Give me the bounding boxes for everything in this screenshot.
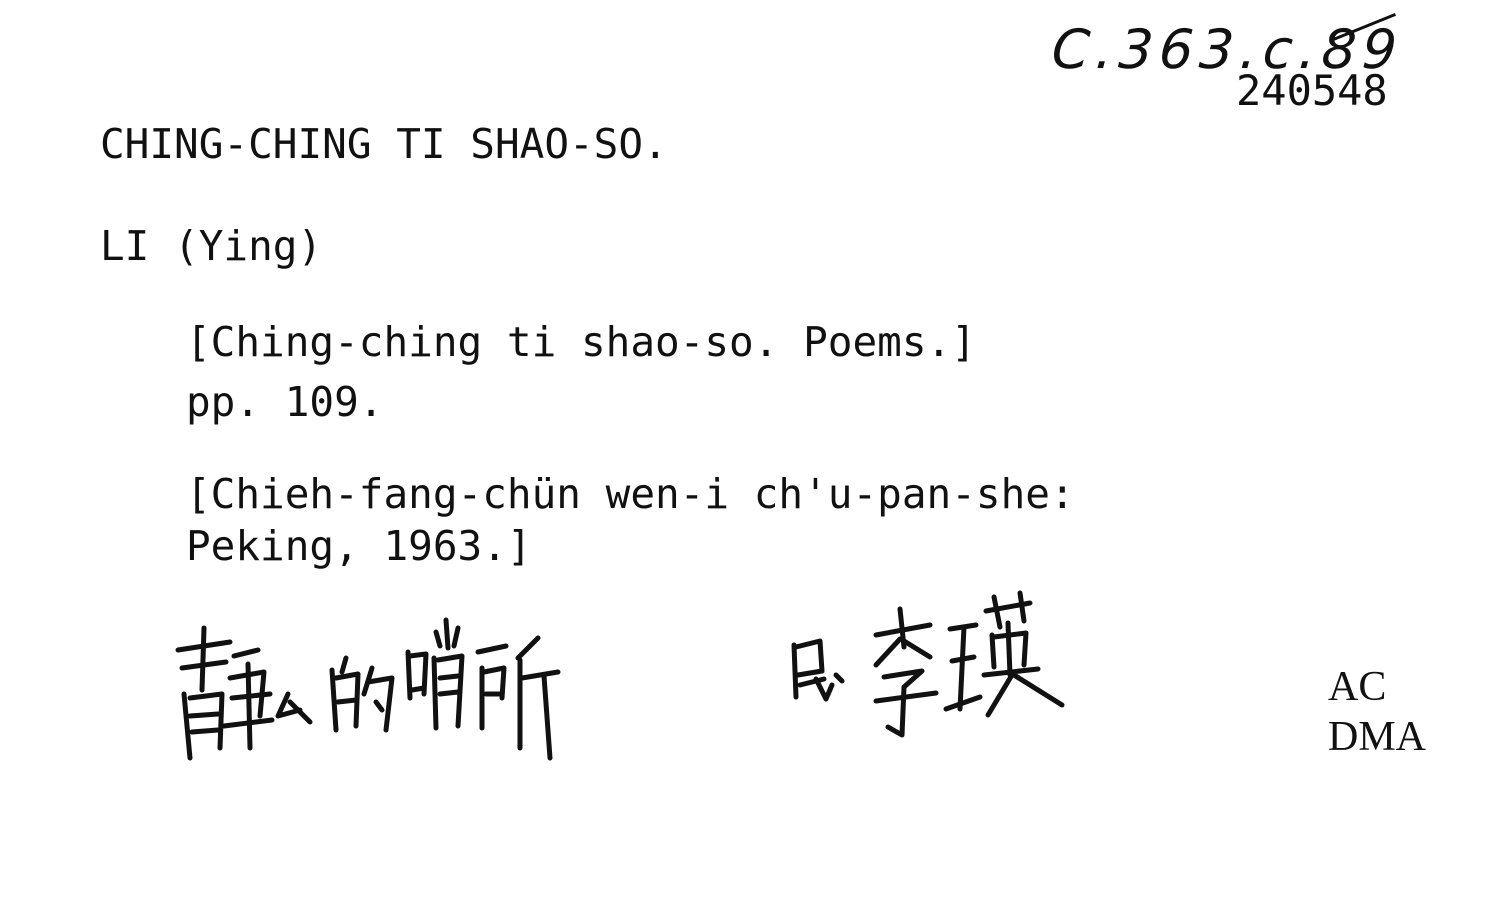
imprint-line-1: [Chieh-fang-chün wen-i ch'u-pan-she: bbox=[186, 470, 1075, 518]
cataloguer-note-line-1: AC bbox=[1328, 664, 1387, 710]
card-heading: CHING-CHING TI SHAO-SO. bbox=[100, 120, 668, 168]
catalog-card: C.363.c.89 240548 CHING-CHING TI SHAO-SO… bbox=[0, 0, 1510, 905]
imprint-line-2: Peking, 1963.] bbox=[186, 522, 532, 570]
accession-number: 240548 bbox=[1236, 66, 1388, 115]
cataloguer-note-line-2: DMA bbox=[1328, 714, 1427, 760]
pagination: pp. 109. bbox=[186, 378, 384, 426]
author-entry: LI (Ying) bbox=[100, 222, 323, 270]
handwritten-author-calligraphy bbox=[791, 590, 1065, 738]
handwritten-title-calligraphy bbox=[175, 617, 561, 761]
title-line: [Ching-ching ti shao-so. Poems.] bbox=[186, 318, 976, 366]
